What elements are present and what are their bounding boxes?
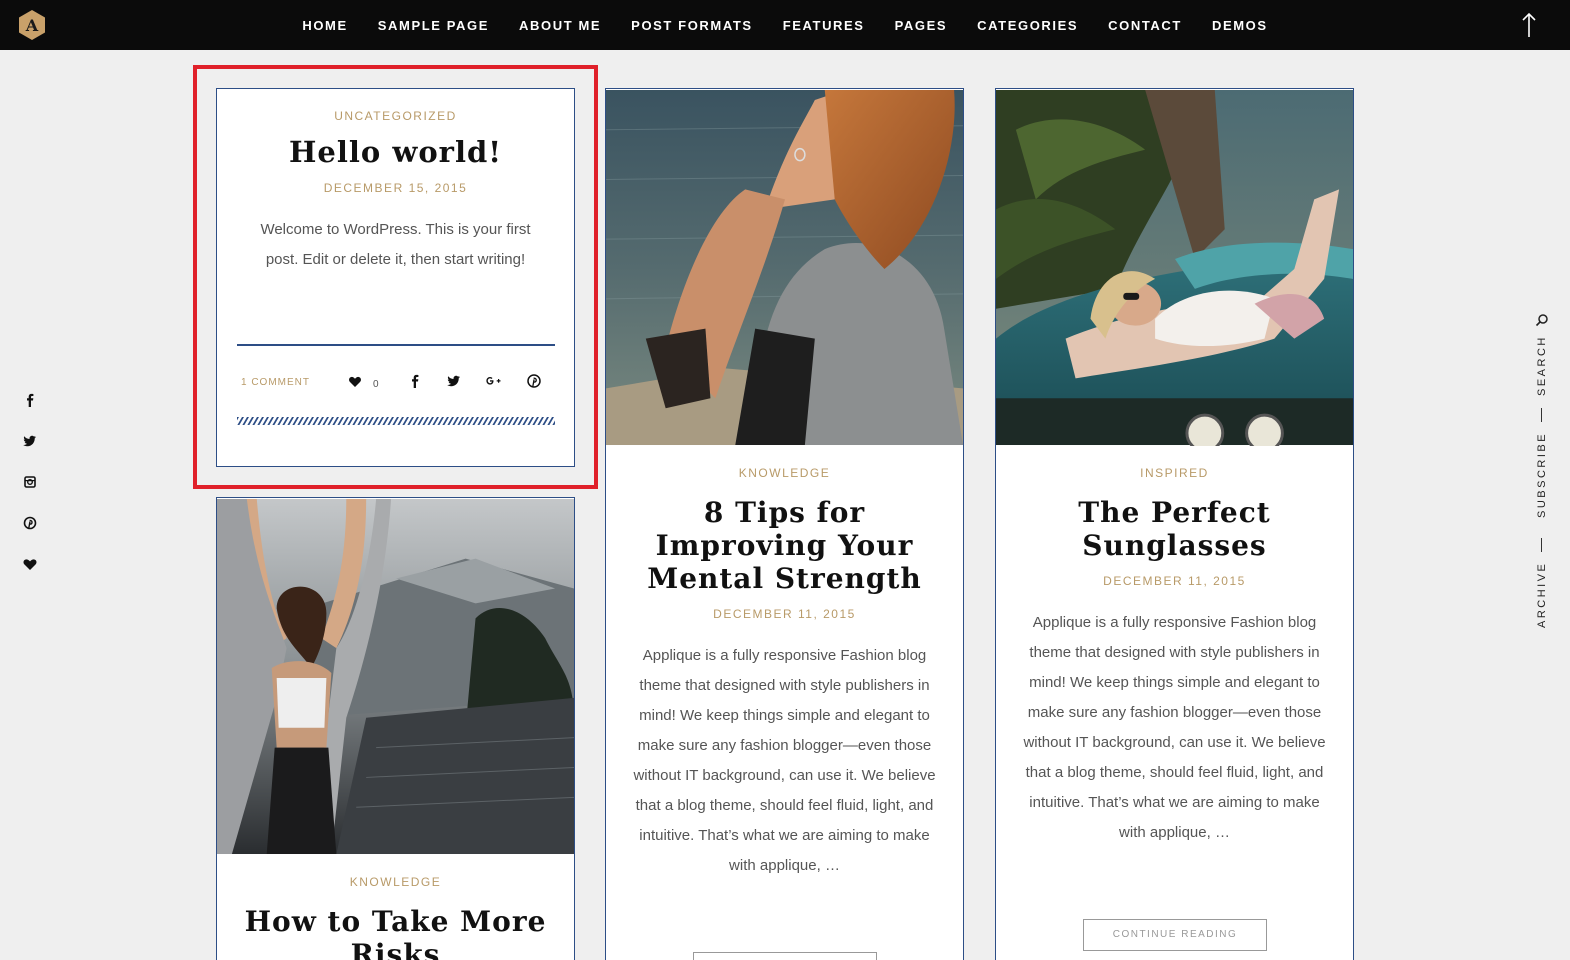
continue-reading-button[interactable]: CONTINUE READING xyxy=(1083,919,1267,951)
top-navbar: A HOME SAMPLE PAGE ABOUT ME POST FORMATS… xyxy=(0,0,1570,50)
facebook-icon[interactable] xyxy=(20,390,40,410)
rail-search-link[interactable]: SEARCH xyxy=(1536,335,1548,396)
post-title[interactable]: 8 Tips for Improving Your Mental Strengt… xyxy=(632,496,937,595)
rail-divider xyxy=(1541,538,1542,552)
post-date: DECEMBER 11, 2015 xyxy=(1103,574,1246,588)
instagram-icon[interactable] xyxy=(20,472,40,492)
post-image-woman-on-car[interactable] xyxy=(996,89,1353,446)
scroll-top-arrow-icon[interactable] xyxy=(1521,12,1537,38)
main-menu: HOME SAMPLE PAGE ABOUT ME POST FORMATS F… xyxy=(0,0,1570,50)
rail-archive-link[interactable]: ARCHIVE xyxy=(1536,562,1548,628)
social-sidebar xyxy=(20,390,40,595)
right-rail: SEARCH SUBSCRIBE ARCHIVE xyxy=(1528,310,1558,640)
rail-subscribe-link[interactable]: SUBSCRIBE xyxy=(1536,432,1548,518)
nav-contact[interactable]: CONTACT xyxy=(1093,18,1197,33)
post-image-woman-stretching[interactable] xyxy=(217,498,574,855)
post-category[interactable]: KNOWLEDGE xyxy=(606,466,963,480)
nav-home[interactable]: HOME xyxy=(287,18,362,33)
post-card-take-more-risks: KNOWLEDGE How to Take More Risks xyxy=(216,497,575,960)
post-category[interactable]: INSPIRED xyxy=(996,466,1353,480)
selection-highlight xyxy=(193,65,598,489)
post-card-sunglasses: INSPIRED The Perfect Sunglasses DECEMBER… xyxy=(995,88,1354,960)
continue-reading-button[interactable] xyxy=(693,952,877,960)
nav-sample-page[interactable]: SAMPLE PAGE xyxy=(363,18,504,33)
heart-icon[interactable] xyxy=(20,554,40,574)
post-title[interactable]: How to Take More Risks xyxy=(243,905,548,960)
nav-features[interactable]: FEATURES xyxy=(768,18,880,33)
nav-categories[interactable]: CATEGORIES xyxy=(962,18,1093,33)
post-excerpt: Applique is a fully responsive Fashion b… xyxy=(1023,614,1326,841)
twitter-icon[interactable] xyxy=(20,431,40,451)
post-card-mental-strength: KNOWLEDGE 8 Tips for Improving Your Ment… xyxy=(605,88,964,960)
post-category[interactable]: KNOWLEDGE xyxy=(217,875,574,889)
post-date: DECEMBER 11, 2015 xyxy=(713,607,856,621)
nav-post-formats[interactable]: POST FORMATS xyxy=(616,18,768,33)
nav-pages[interactable]: PAGES xyxy=(880,18,963,33)
nav-demos[interactable]: DEMOS xyxy=(1197,18,1283,33)
post-image-woman-by-water[interactable] xyxy=(606,89,963,446)
rail-divider xyxy=(1541,408,1542,422)
post-title[interactable]: The Perfect Sunglasses xyxy=(1046,496,1303,562)
post-excerpt: Applique is a fully responsive Fashion b… xyxy=(633,647,936,874)
search-icon[interactable] xyxy=(1534,312,1550,328)
pinterest-icon[interactable] xyxy=(20,513,40,533)
nav-about-me[interactable]: ABOUT ME xyxy=(504,18,616,33)
